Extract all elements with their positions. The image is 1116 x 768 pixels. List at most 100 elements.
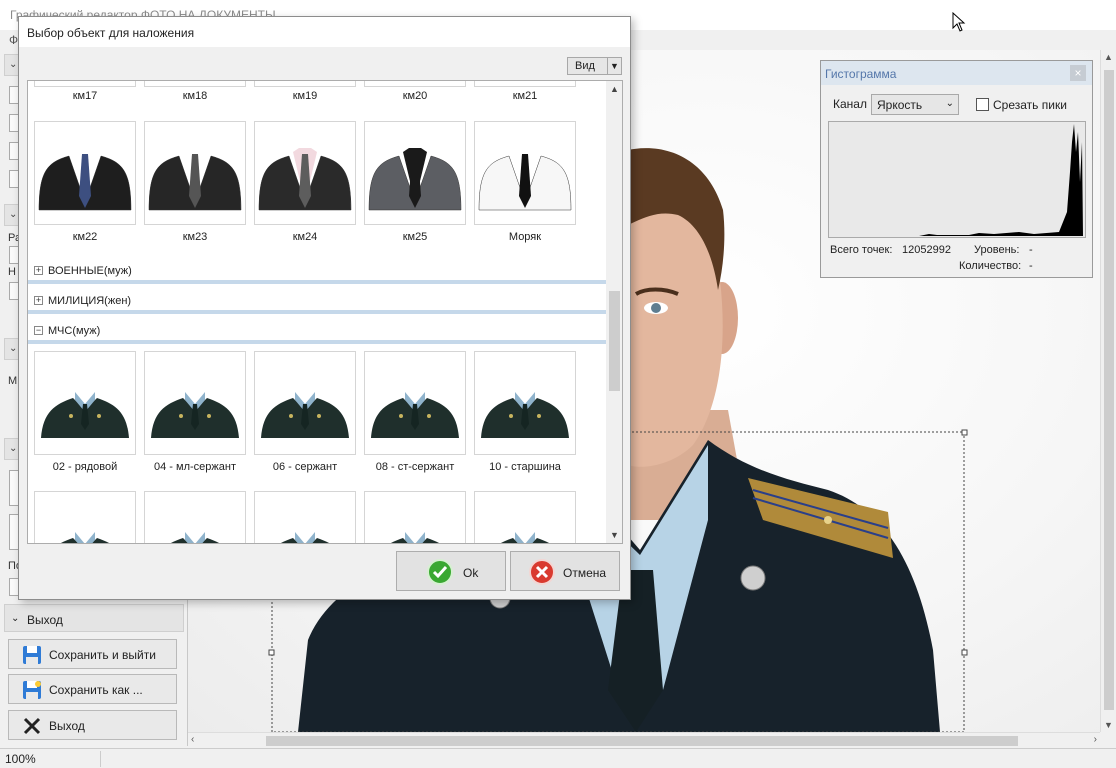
histogram-curve	[829, 124, 1083, 236]
chevron-down-icon: ⌄	[9, 343, 18, 354]
count-value: -	[1029, 260, 1033, 272]
canvas-vertical-scrollbar[interactable]: ▲ ▼	[1100, 50, 1116, 732]
thumbnail-peek[interactable]	[364, 81, 466, 87]
exit-label: Выход	[49, 719, 85, 733]
thumbnail-label: км19	[292, 90, 318, 102]
status-separator	[100, 751, 101, 767]
category-label: МЧС(муж)	[48, 325, 101, 337]
zoom-level: 100%	[5, 752, 36, 766]
thumbnail-label: км17	[72, 90, 98, 102]
save-and-exit-button[interactable]: Сохранить и выйти	[8, 639, 177, 669]
overlay-thumbnail[interactable]	[474, 351, 576, 455]
thumbnail-peek[interactable]	[144, 81, 246, 87]
thumbnail-label: км23	[182, 231, 208, 243]
category-label: ВОЕННЫЕ(муж)	[48, 265, 132, 277]
scroll-up-arrow-icon[interactable]: ▲	[610, 84, 619, 94]
chevron-down-icon: ⌄	[11, 613, 20, 624]
count-label: Количество:	[959, 260, 1022, 272]
exit-section-label: Выход	[27, 613, 63, 627]
scroll-down-arrow-icon[interactable]: ▼	[1104, 720, 1113, 730]
save-as-button[interactable]: Сохранить как ...	[8, 674, 177, 704]
exit-section-header[interactable]: ⌄ Выход	[4, 604, 184, 632]
thumbnail-label: 06 - сержант	[272, 461, 338, 473]
cancel-label: Отмена	[563, 566, 607, 580]
overlay-thumbnail[interactable]	[34, 351, 136, 455]
clip-peaks-checkbox[interactable]	[976, 98, 989, 111]
scroll-up-arrow-icon[interactable]: ▲	[1104, 52, 1113, 62]
suit-image	[368, 148, 462, 211]
category-divider	[28, 280, 606, 284]
channel-label: Канал	[833, 97, 867, 111]
uniform-image	[170, 532, 220, 543]
clip-peaks-label[interactable]: Срезать пики	[993, 98, 1067, 112]
canvas-horizontal-scrollbar[interactable]: ‹ ›	[188, 732, 1100, 748]
overlay-thumbnail[interactable]	[34, 121, 136, 225]
scroll-down-arrow-icon[interactable]: ▼	[610, 530, 619, 540]
close-x-icon	[22, 716, 42, 736]
dropdown-arrow-icon: ▼	[607, 58, 621, 74]
main-window: Графический редактор ФОТО НА ДОКУМЕНТЫ Ф…	[0, 0, 1116, 768]
scroll-right-arrow-icon[interactable]: ›	[1094, 734, 1097, 745]
dialog-list-scroll-thumb[interactable]	[609, 291, 620, 391]
overlay-thumbnail[interactable]	[364, 121, 466, 225]
chevron-down-icon: ⌄	[9, 443, 18, 454]
thumbnail-label: км24	[292, 231, 318, 243]
overlay-thumbnail[interactable]	[254, 351, 356, 455]
expand-plus-icon[interactable]: +	[34, 266, 43, 275]
exit-button[interactable]: Выход	[8, 710, 177, 740]
overlay-thumbnail[interactable]	[474, 491, 576, 543]
overlay-thumbnail[interactable]	[34, 491, 136, 543]
suit-image	[478, 148, 572, 211]
total-points-value: 12052992	[902, 244, 951, 256]
chevron-down-icon: ⌄	[9, 59, 18, 70]
histogram-graph	[828, 121, 1086, 238]
cancel-button[interactable]: Отмена	[510, 551, 620, 591]
thumbnail-label: км21	[512, 90, 538, 102]
overlay-thumbnail[interactable]	[254, 121, 356, 225]
histogram-window: Гистограмма × Канал Яркость ⌄ Срезать пи…	[820, 60, 1093, 278]
level-label: Уровень:	[974, 244, 1020, 256]
channel-select[interactable]: Яркость ⌄	[871, 94, 959, 115]
param-label-2: Н	[8, 266, 16, 278]
view-dropdown-button[interactable]: Вид ▼	[567, 57, 622, 75]
ok-button[interactable]: Ok	[396, 551, 506, 591]
overlay-thumbnail[interactable]	[474, 121, 576, 225]
chevron-down-icon: ⌄	[945, 98, 954, 109]
dialog-titlebar[interactable]: Выбор объект для наложения	[19, 17, 630, 47]
overlay-thumbnail[interactable]	[364, 351, 466, 455]
thumbnail-peek[interactable]	[474, 81, 576, 87]
overlay-thumbnail[interactable]	[254, 491, 356, 543]
category-divider	[28, 340, 606, 344]
scroll-left-arrow-icon[interactable]: ‹	[191, 734, 194, 745]
close-icon[interactable]: ×	[1070, 65, 1086, 81]
category-military-male[interactable]: + ВОЕННЫЕ(муж)	[28, 262, 606, 284]
thumbnail-label: Моряк	[508, 231, 542, 243]
category-mchs-male[interactable]: − МЧС(муж)	[28, 322, 606, 344]
overlay-thumbnail[interactable]	[364, 491, 466, 543]
category-divider	[28, 310, 606, 314]
level-value: -	[1029, 244, 1033, 256]
canvas-horizontal-scroll-thumb[interactable]	[266, 736, 1018, 746]
floppy-disk-icon	[22, 645, 42, 665]
overlay-list[interactable]: км17 км18 км19 км20 км21 + ВОЕННЫЕ(муж) …	[27, 80, 623, 544]
channel-select-value: Яркость	[877, 98, 923, 112]
overlay-select-dialog: Выбор объект для наложения Вид ▼ км17 км…	[18, 16, 631, 600]
menu-file[interactable]: Ф	[9, 33, 18, 47]
cancel-x-icon	[529, 559, 555, 585]
expand-plus-icon[interactable]: +	[34, 296, 43, 305]
overlay-thumbnail[interactable]	[144, 351, 246, 455]
collapse-minus-icon[interactable]: −	[34, 326, 43, 335]
dialog-list-scrollbar[interactable]: ▲ ▼	[606, 81, 622, 543]
mouse-cursor-icon	[952, 11, 966, 35]
suit-image	[148, 148, 242, 211]
category-police-female[interactable]: + МИЛИЦИЯ(жен)	[28, 292, 606, 314]
thumbnail-label: 08 - ст-сержант	[375, 461, 455, 473]
overlay-thumbnail[interactable]	[144, 491, 246, 543]
thumbnail-label: 02 - рядовой	[52, 461, 118, 473]
thumbnail-peek[interactable]	[254, 81, 356, 87]
histogram-titlebar[interactable]: Гистограмма ×	[821, 61, 1092, 85]
thumbnail-peek[interactable]	[34, 81, 136, 87]
overlay-thumbnail[interactable]	[144, 121, 246, 225]
canvas-vertical-scroll-thumb[interactable]	[1104, 70, 1114, 710]
dialog-title: Выбор объект для наложения	[27, 26, 195, 40]
